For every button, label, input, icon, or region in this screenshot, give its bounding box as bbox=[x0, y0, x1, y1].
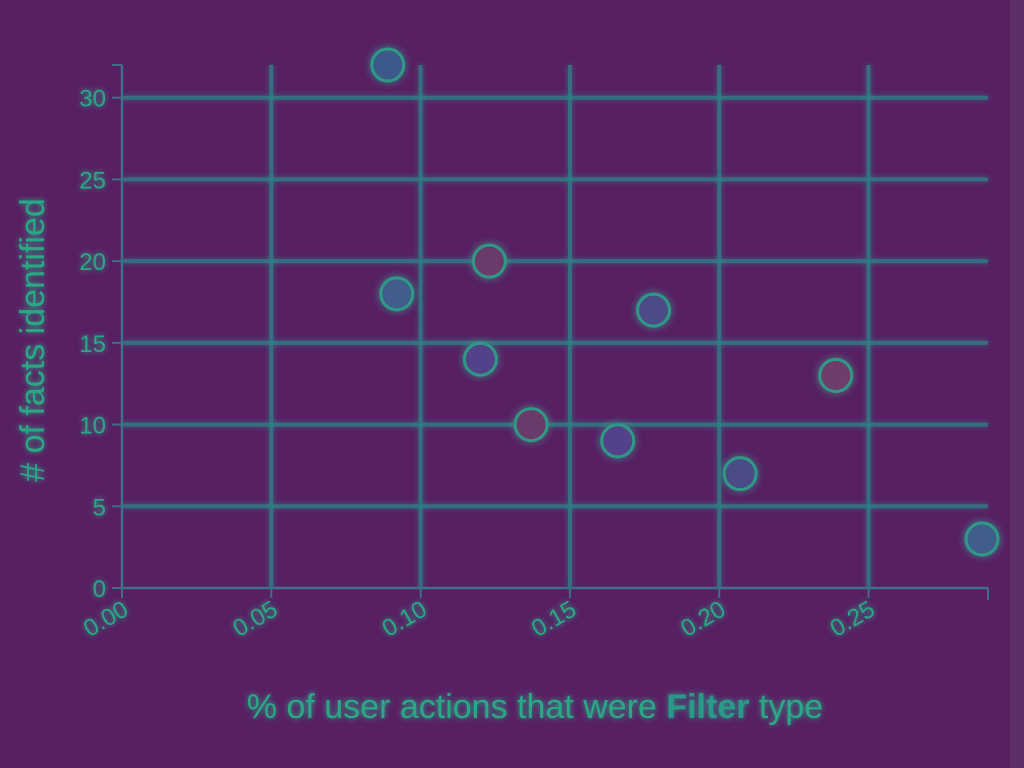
x-axis-title: % of user actions that were Filter type bbox=[247, 688, 823, 726]
data-point-1 bbox=[379, 276, 415, 312]
y-axis-title: # of facts identified bbox=[14, 198, 52, 482]
data-point-4 bbox=[513, 407, 549, 443]
y-tick-label-2: 10 bbox=[79, 413, 106, 440]
data-points bbox=[370, 47, 1000, 557]
x-tick-label-2: 0.10 bbox=[378, 596, 432, 643]
y-tick-label-6: 30 bbox=[79, 86, 106, 113]
data-point-8 bbox=[818, 358, 854, 394]
x-tick-label-4: 0.20 bbox=[676, 596, 730, 643]
gridlines bbox=[122, 65, 988, 588]
axes bbox=[112, 64, 989, 600]
y-tick-label-5: 25 bbox=[79, 167, 106, 194]
data-point-7 bbox=[722, 456, 758, 492]
data-point-0 bbox=[370, 47, 406, 83]
x-tick-label-5: 0.25 bbox=[826, 596, 880, 643]
chart-canvas: 0 5 10 15 20 25 30 0.00 0.05 0.10 0.15 0.20 0.25 % o… bbox=[0, 0, 1024, 768]
window-edge bbox=[1010, 0, 1024, 768]
scatter-chart: 0 5 10 15 20 25 30 0.00 0.05 0.10 0.15 0.20 0.25 % o… bbox=[14, 47, 1000, 726]
y-tick-label-1: 5 bbox=[93, 494, 106, 521]
data-point-9 bbox=[964, 521, 1000, 557]
data-point-3 bbox=[471, 243, 507, 279]
data-point-2 bbox=[462, 341, 498, 377]
x-tick-label-3: 0.15 bbox=[527, 596, 581, 643]
data-point-6 bbox=[636, 292, 672, 328]
x-tick-label-0: 0.00 bbox=[79, 596, 133, 643]
y-tick-label-3: 15 bbox=[79, 331, 106, 358]
x-tick-label-1: 0.05 bbox=[228, 596, 282, 643]
data-point-5 bbox=[600, 423, 636, 459]
y-tick-label-4: 20 bbox=[79, 249, 106, 276]
y-tick-label-0: 0 bbox=[93, 576, 106, 603]
